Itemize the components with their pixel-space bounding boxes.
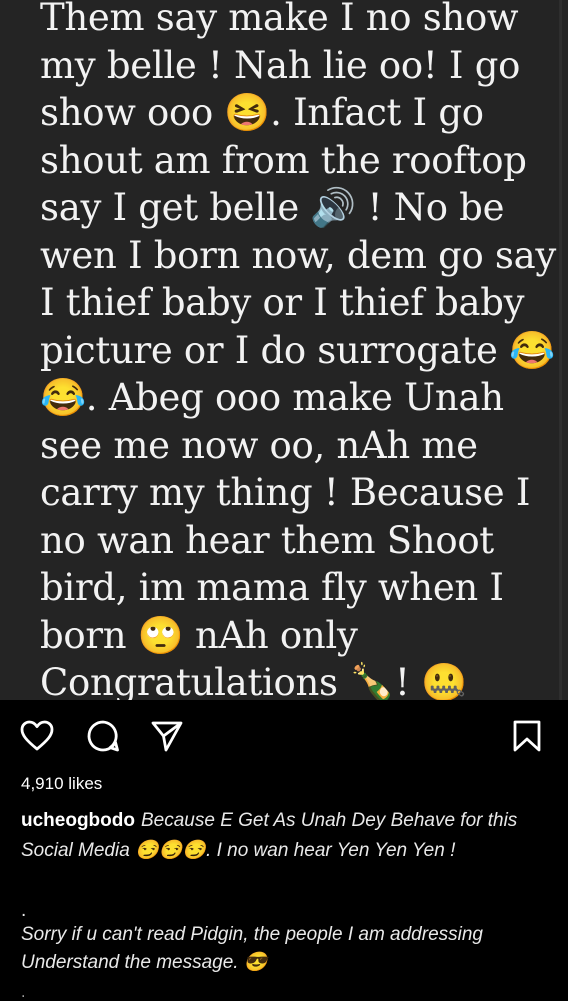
- post-image-text: Them say make I no show my belle ! Nah l…: [40, 0, 556, 700]
- heart-icon[interactable]: [20, 719, 54, 753]
- action-bar: [0, 700, 568, 772]
- caption-extra: . Sorry if u can't read Pidgin, the peop…: [21, 897, 551, 977]
- caption-username[interactable]: ucheogbodo: [21, 810, 135, 831]
- comment-icon[interactable]: [86, 719, 120, 753]
- post-image[interactable]: Them say make I no show my belle ! Nah l…: [0, 0, 568, 700]
- likes-count[interactable]: 4,910 likes: [21, 774, 102, 794]
- scroll-indicator: [559, 0, 562, 700]
- caption: ucheogbodo Because E Get As Unah Dey Beha…: [21, 806, 551, 866]
- caption-extra-text: Sorry if u can't read Pidgin, the people…: [21, 924, 484, 973]
- caption-separator: .: [21, 900, 27, 921]
- bookmark-icon[interactable]: [510, 719, 544, 753]
- more-caption-dot: .: [21, 985, 26, 1001]
- paper-plane-icon[interactable]: [150, 719, 184, 753]
